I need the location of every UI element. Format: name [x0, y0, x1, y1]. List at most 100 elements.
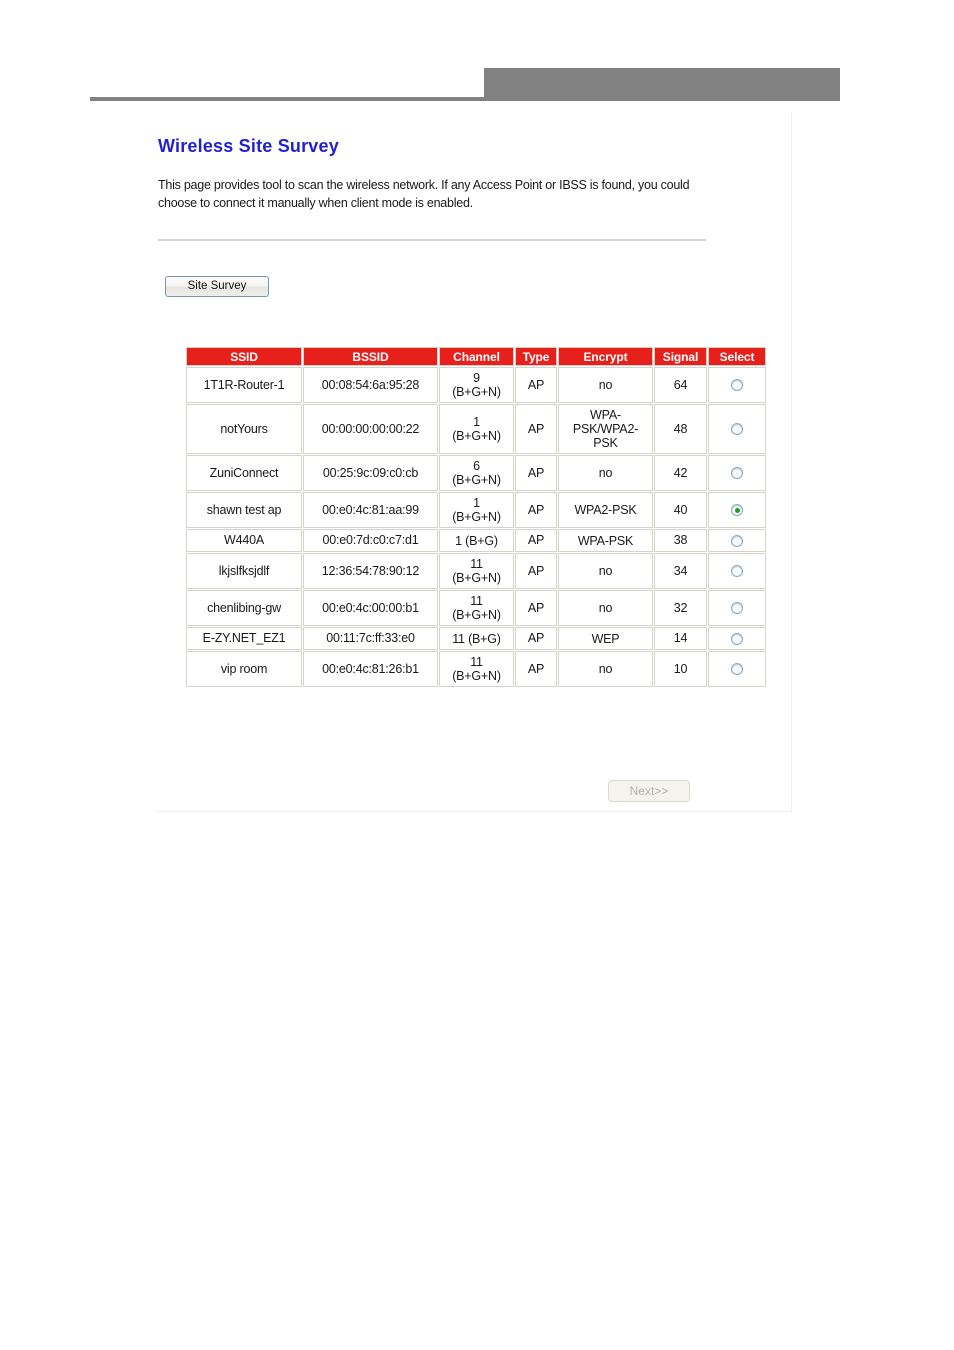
cell-ssid: 1T1R-Router-1 — [186, 367, 302, 403]
cell-select — [708, 404, 766, 454]
cell-ssid: W440A — [186, 529, 302, 552]
page-title: Wireless Site Survey — [158, 136, 339, 156]
cell-select — [708, 651, 766, 687]
select-radio-button[interactable] — [731, 663, 743, 676]
cell-ssid: chenlibing-gw — [186, 590, 302, 626]
cell-type: AP — [515, 553, 557, 589]
column-header-bssid: BSSID — [303, 347, 438, 366]
cell-channel: 1 (B+G+N) — [439, 492, 514, 528]
table-row: shawn test ap 00:e0:4c:81:aa:99 1 (B+G+N) AP… — [186, 492, 766, 528]
cell-ssid: shawn test ap — [186, 492, 302, 528]
cell-type: AP — [515, 529, 557, 552]
cell-select — [708, 367, 766, 403]
column-header-signal: Signal — [654, 347, 707, 366]
table-row: E-ZY.NET_EZ1 00:11:7c:ff:33:e0 11 (B+G) AP W… — [186, 627, 766, 650]
column-header-select: Select — [708, 347, 766, 366]
table-row: W440A 00:e0:7d:c0:c7:d1 1 (B+G) AP WPA-PSK 38 — [186, 529, 766, 552]
cell-bssid: 00:25:9c:09:c0:cb — [303, 455, 438, 491]
content-panel: Wireless Site Survey This page provides … — [156, 112, 792, 812]
cell-select — [708, 553, 766, 589]
column-header-type: Type — [515, 347, 557, 366]
cell-encrypt: no — [558, 553, 653, 589]
cell-encrypt: no — [558, 455, 653, 491]
cell-bssid: 00:11:7c:ff:33:e0 — [303, 627, 438, 650]
cell-bssid: 00:e0:7d:c0:c7:d1 — [303, 529, 438, 552]
cell-signal: 64 — [654, 367, 707, 403]
cell-channel: 1 (B+G+N) — [439, 404, 514, 454]
cell-channel: 9 (B+G+N) — [439, 367, 514, 403]
next-button[interactable]: Next>> — [608, 780, 690, 802]
cell-signal: 48 — [654, 404, 707, 454]
table-row: vip room 00:e0:4c:81:26:b1 11 (B+G+N) AP no 10 — [186, 651, 766, 687]
cell-signal: 40 — [654, 492, 707, 528]
cell-encrypt: no — [558, 590, 653, 626]
cell-type: AP — [515, 404, 557, 454]
cell-bssid: 00:00:00:00:00:22 — [303, 404, 438, 454]
cell-type: AP — [515, 492, 557, 528]
section-divider — [158, 239, 706, 241]
wireless-survey-table-container: SSID BSSID Channel Type Encrypt Signal Select … — [185, 346, 767, 688]
cell-ssid: notYours — [186, 404, 302, 454]
cell-type: AP — [515, 627, 557, 650]
cell-encrypt: WEP — [558, 627, 653, 650]
select-radio-button[interactable] — [731, 565, 743, 578]
cell-channel: 11 (B+G+N) — [439, 651, 514, 687]
table-header-row: SSID BSSID Channel Type Encrypt Signal Select — [186, 347, 766, 366]
cell-bssid: 00:e0:4c:00:00:b1 — [303, 590, 438, 626]
wireless-survey-table: SSID BSSID Channel Type Encrypt Signal Select … — [185, 346, 767, 688]
cell-encrypt: no — [558, 367, 653, 403]
select-radio-button[interactable] — [731, 602, 743, 615]
cell-ssid: ZuniConnect — [186, 455, 302, 491]
cell-ssid: E-ZY.NET_EZ1 — [186, 627, 302, 650]
cell-encrypt: WPA2-PSK — [558, 492, 653, 528]
cell-bssid: 00:e0:4c:81:26:b1 — [303, 651, 438, 687]
cell-type: AP — [515, 455, 557, 491]
cell-signal: 34 — [654, 553, 707, 589]
cell-ssid: vip room — [186, 651, 302, 687]
table-row: notYours 00:00:00:00:00:22 1 (B+G+N) AP WPA- P… — [186, 404, 766, 454]
table-row: ZuniConnect 00:25:9c:09:c0:cb 6 (B+G+N) AP no… — [186, 455, 766, 491]
select-radio-button[interactable] — [731, 504, 743, 517]
cell-signal: 14 — [654, 627, 707, 650]
header-brand-block — [484, 68, 840, 101]
cell-bssid: 12:36:54:78:90:12 — [303, 553, 438, 589]
cell-signal: 38 — [654, 529, 707, 552]
page-description: This page provides tool to scan the wire… — [158, 178, 690, 210]
select-radio-button[interactable] — [731, 632, 743, 645]
cell-channel: 6 (B+G+N) — [439, 455, 514, 491]
page-header-banner — [0, 0, 954, 110]
cell-select — [708, 627, 766, 650]
select-radio-button[interactable] — [731, 379, 743, 392]
cell-bssid: 00:08:54:6a:95:28 — [303, 367, 438, 403]
column-header-channel: Channel — [439, 347, 514, 366]
table-header: SSID BSSID Channel Type Encrypt Signal Select — [186, 347, 766, 366]
cell-type: AP — [515, 590, 557, 626]
cell-select — [708, 492, 766, 528]
cell-encrypt: WPA- PSK/WPA2- PSK — [558, 404, 653, 454]
cell-select — [708, 455, 766, 491]
cell-channel: 11 (B+G+N) — [439, 553, 514, 589]
cell-encrypt: WPA-PSK — [558, 529, 653, 552]
header-divider-rule — [90, 97, 484, 101]
cell-select — [708, 590, 766, 626]
cell-type: AP — [515, 651, 557, 687]
table-row: chenlibing-gw 00:e0:4c:00:00:b1 11 (B+G+N) A… — [186, 590, 766, 626]
table-body: 1T1R-Router-1 00:08:54:6a:95:28 9 (B+G+N) AP… — [186, 367, 766, 687]
cell-bssid: 00:e0:4c:81:aa:99 — [303, 492, 438, 528]
cell-type: AP — [515, 367, 557, 403]
cell-encrypt: no — [558, 651, 653, 687]
column-header-encrypt: Encrypt — [558, 347, 653, 366]
select-radio-button[interactable] — [731, 467, 743, 480]
cell-select — [708, 529, 766, 552]
site-survey-button[interactable]: Site Survey — [165, 276, 269, 297]
cell-ssid: lkjslfksjdlf — [186, 553, 302, 589]
cell-signal: 10 — [654, 651, 707, 687]
select-radio-button[interactable] — [731, 423, 743, 436]
cell-signal: 42 — [654, 455, 707, 491]
cell-channel: 11 (B+G) — [439, 627, 514, 650]
cell-signal: 32 — [654, 590, 707, 626]
cell-channel: 11 (B+G+N) — [439, 590, 514, 626]
table-row: 1T1R-Router-1 00:08:54:6a:95:28 9 (B+G+N) AP… — [186, 367, 766, 403]
table-row: lkjslfksjdlf 12:36:54:78:90:12 11 (B+G+N) AP… — [186, 553, 766, 589]
select-radio-button[interactable] — [731, 534, 743, 547]
